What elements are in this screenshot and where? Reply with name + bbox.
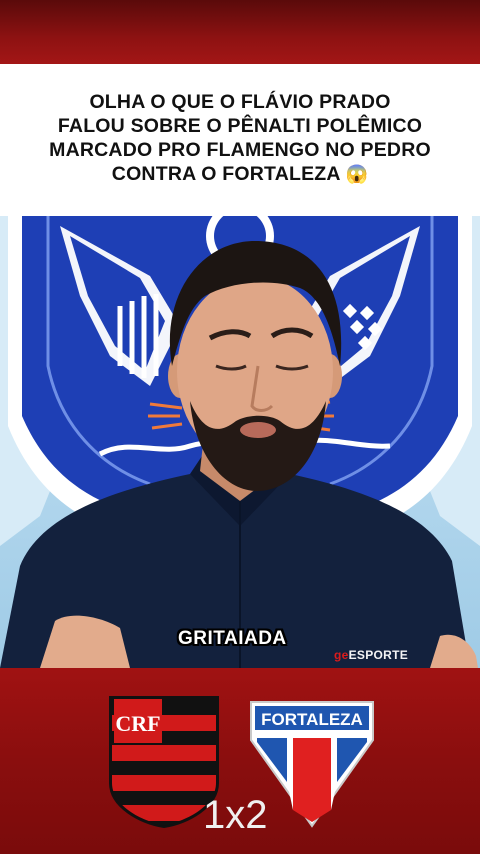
headline-line-2: FALOU SOBRE O PÊNALTI POLÊMICO (57, 115, 423, 137)
fortaleza-crest-label: FORTALEZA (261, 710, 363, 729)
headline: OLHA O QUE O FLÁVIO PRADO FALOU SOBRE O … (0, 90, 480, 186)
match-score: 1x2 (203, 793, 268, 837)
watermark-suffix: ESPORTE (348, 648, 409, 662)
flamengo-monogram: CRF (115, 711, 160, 736)
headline-line-3: MARCADO PRO FLAMENGO NO PEDRO (49, 139, 431, 161)
shocked-face-emoji-icon: 😱 (345, 164, 369, 184)
top-bar (0, 0, 480, 64)
video-scene (0, 216, 480, 668)
headline-line-1: OLHA O QUE O FLÁVIO PRADO (89, 91, 391, 113)
video-caption: GRITAIADA (178, 628, 287, 649)
watermark-prefix: ge (334, 648, 349, 662)
video-frame[interactable] (0, 216, 480, 668)
headline-line-4: CONTRA O FORTALEZA (111, 163, 340, 185)
fortaleza-crest-icon: FORTALEZA (250, 701, 374, 828)
broadcaster-watermark: geESPORTE (334, 648, 408, 662)
